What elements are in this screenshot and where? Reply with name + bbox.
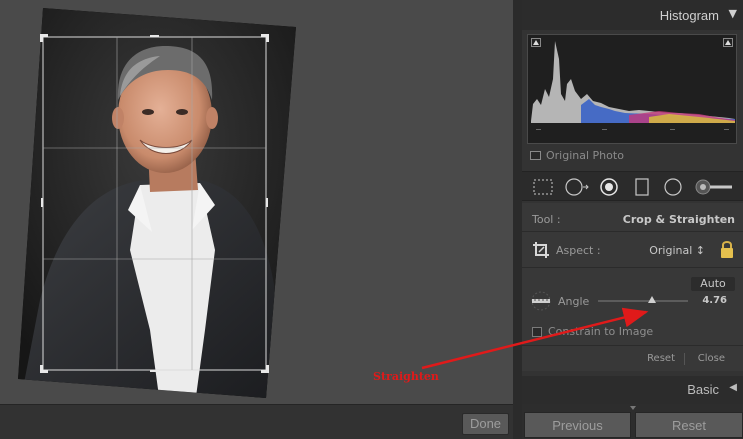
aspect-label: Aspect :	[556, 244, 601, 257]
bottom-toolbar: Done	[0, 404, 513, 439]
red-eye-icon[interactable]	[598, 177, 620, 197]
crop-handle-right	[266, 198, 268, 207]
histogram-curve	[531, 41, 735, 123]
done-button[interactable]: Done	[462, 413, 509, 435]
histogram-graph	[527, 34, 737, 144]
right-panel: Histogram ▼ Original Photo Tool: Crop &…	[522, 0, 743, 439]
angle-slider-thumb[interactable]	[648, 296, 656, 303]
triangle-left-icon[interactable]: ◀	[729, 382, 737, 393]
crop-handle-top	[150, 35, 159, 37]
rotated-photo	[18, 8, 296, 398]
develop-bottom-buttons: Previous Reset	[522, 404, 743, 439]
histogram-title: Histogram	[659, 8, 719, 23]
crop-tool-options: Tool : Crop & Straighten Aspect : Origin…	[522, 203, 743, 371]
crop-aspect-icon[interactable]	[532, 241, 550, 259]
histogram-header[interactable]: Histogram ▼	[522, 0, 743, 30]
original-photo-toggle[interactable]: Original Photo	[530, 148, 624, 162]
lock-icon[interactable]	[719, 239, 735, 259]
radial-filter-icon[interactable]	[662, 177, 684, 197]
basic-title: Basic	[687, 382, 719, 397]
adjustment-brush-icon[interactable]	[694, 177, 734, 197]
triangle-down-icon[interactable]: ▼	[729, 7, 737, 20]
crop-handle-left	[41, 198, 43, 207]
constrain-checkbox[interactable]	[532, 326, 542, 337]
aspect-dropdown[interactable]: Original ↕	[649, 244, 705, 257]
graduated-filter-icon[interactable]	[634, 177, 650, 197]
reset-button[interactable]: Reset	[635, 412, 743, 438]
angle-label: Angle	[558, 295, 590, 308]
tool-value: Crop & Straighten	[622, 213, 735, 226]
crop-overlay-icon[interactable]	[532, 177, 554, 197]
previous-button[interactable]: Previous	[524, 412, 631, 438]
crop-handle-bottom	[150, 370, 159, 372]
panel-grip-icon[interactable]	[630, 406, 636, 410]
close-crop-button[interactable]: Close	[698, 353, 725, 364]
auto-straighten-button[interactable]: Auto	[691, 277, 735, 291]
photo-workspace	[0, 0, 513, 404]
original-photo-checkbox[interactable]	[530, 150, 541, 160]
reset-crop-button[interactable]: Reset	[647, 353, 675, 364]
original-photo-label: Original Photo	[546, 148, 624, 162]
tool-label: Tool :	[532, 213, 561, 226]
constrain-to-image-toggle[interactable]: Constrain to Image	[532, 325, 653, 338]
tool-strip	[522, 171, 743, 201]
spot-removal-icon[interactable]	[564, 177, 590, 197]
straighten-tool-icon[interactable]	[530, 291, 552, 311]
angle-slider[interactable]	[598, 296, 688, 303]
constrain-label: Constrain to Image	[548, 325, 654, 338]
button-separator	[684, 353, 685, 365]
basic-panel-header[interactable]: Basic ◀	[522, 376, 743, 404]
angle-value[interactable]: 4.76	[702, 295, 727, 306]
panel-divider[interactable]	[513, 0, 522, 439]
crop-canvas[interactable]	[0, 0, 513, 404]
